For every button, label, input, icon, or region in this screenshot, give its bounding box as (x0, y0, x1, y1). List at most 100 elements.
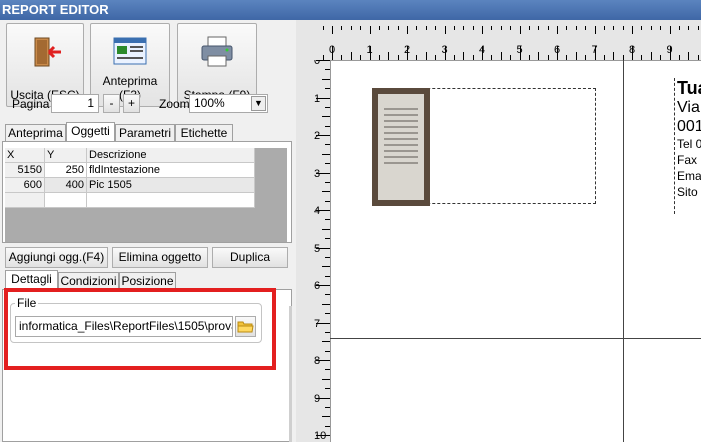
v-ruler-tick (325, 144, 330, 146)
h-ruler-tick (360, 26, 362, 30)
page-margin-line-vertical (623, 60, 624, 442)
h-ruler-tick (369, 46, 371, 60)
h-ruler-tick (697, 26, 699, 30)
h-ruler-tick (650, 26, 652, 30)
page-next-button[interactable]: + (123, 94, 140, 113)
v-ruler-tick (325, 163, 330, 165)
table-row-empty[interactable] (5, 193, 255, 208)
h-ruler-tick (463, 52, 465, 60)
h-ruler-tick (678, 26, 680, 30)
col-y-header[interactable]: Y (45, 148, 87, 163)
h-ruler-tick (435, 55, 437, 60)
h-ruler-tick (341, 26, 343, 30)
table-row[interactable]: 600 400 Pic 1505 (5, 178, 255, 193)
h-ruler-tick (397, 55, 399, 60)
v-ruler-tick (325, 313, 330, 315)
objects-table[interactable]: X Y Descrizione 5150 250 fldIntestazione… (5, 148, 287, 242)
v-ruler-number: 3 (314, 167, 321, 180)
h-ruler-tick (510, 26, 512, 30)
v-ruler-tick (322, 78, 330, 80)
v-ruler-tick (316, 322, 330, 324)
v-ruler-tick (322, 303, 330, 305)
h-ruler-tick (482, 26, 483, 34)
h-ruler-tick (472, 55, 474, 60)
h-ruler-tick (369, 26, 371, 34)
h-ruler-tick (472, 26, 474, 30)
page-prev-button[interactable]: - (103, 94, 120, 113)
h-ruler-tick (425, 52, 427, 60)
h-ruler-tick (585, 26, 587, 30)
h-ruler-tick (660, 26, 662, 30)
zoom-label: Zoom (159, 97, 190, 111)
cell-y: 400 (45, 178, 87, 193)
h-ruler-tick (697, 55, 699, 60)
cell-descrizione: fldIntestazione (87, 163, 255, 178)
receipt-image[interactable] (372, 88, 430, 206)
h-ruler-tick (622, 26, 624, 30)
duplicate-button[interactable]: Duplica (212, 247, 288, 268)
cell-x: 600 (5, 178, 45, 193)
h-ruler-tick (547, 55, 549, 60)
v-ruler-tick (316, 135, 330, 136)
v-ruler-tick (322, 153, 330, 155)
h-ruler-tick (575, 26, 577, 30)
tab-dettagli[interactable]: Dettagli (5, 270, 58, 290)
address-line: Via (677, 99, 700, 116)
v-ruler-tick (325, 406, 330, 408)
h-ruler-tick (547, 26, 549, 30)
v-ruler-tick (325, 200, 330, 202)
site-line: Sito (677, 185, 698, 199)
h-ruler-tick (332, 46, 333, 60)
v-ruler-tick (316, 397, 330, 399)
h-ruler-tick (575, 52, 577, 60)
h-ruler-tick (603, 55, 605, 60)
v-ruler-tick (316, 247, 330, 249)
h-ruler-tick (407, 46, 408, 60)
h-ruler-tick (528, 55, 530, 60)
h-ruler-tick (322, 26, 324, 30)
h-ruler-tick (585, 55, 587, 60)
zoom-select[interactable]: 100% ▼ (189, 94, 268, 113)
highlight-box (4, 288, 276, 370)
tab-parametri[interactable]: Parametri (115, 124, 175, 142)
chevron-down-icon[interactable]: ▼ (251, 96, 266, 111)
v-ruler-tick (316, 97, 330, 99)
v-ruler-tick (316, 435, 330, 436)
add-object-button[interactable]: Aggiungi ogg.(F4) (5, 247, 108, 268)
h-ruler-tick (341, 55, 343, 60)
details-scrollbar[interactable] (289, 306, 292, 442)
v-ruler-tick (316, 285, 330, 286)
table-row[interactable]: 5150 250 fldIntestazione (5, 163, 255, 178)
page-margin-line-horizontal (330, 338, 701, 339)
v-ruler-number: 10 (314, 430, 327, 442)
v-ruler-tick (325, 256, 330, 258)
postal-line: 001 (677, 118, 701, 135)
v-ruler-tick (325, 69, 330, 71)
h-ruler-tick (650, 52, 652, 60)
tab-etichette[interactable]: Etichette (175, 124, 233, 142)
v-ruler-number: 9 (314, 392, 321, 405)
delete-object-button[interactable]: Elimina oggetto (112, 247, 208, 268)
page-number-input[interactable]: 1 (51, 94, 99, 113)
v-ruler-tick (325, 181, 330, 183)
vertical-ruler: 0 1 2 3 4 5 6 7 8 9 10 (296, 60, 331, 442)
h-ruler-tick (641, 26, 643, 30)
h-ruler-tick (660, 55, 662, 60)
h-ruler-tick (378, 55, 380, 60)
v-ruler-tick (322, 266, 330, 268)
h-ruler-tick (538, 52, 540, 60)
h-ruler-tick (557, 26, 558, 34)
col-descrizione-header[interactable]: Descrizione (87, 148, 255, 163)
v-ruler-tick (322, 116, 330, 118)
h-ruler-tick (388, 26, 390, 30)
tab-anteprima[interactable]: Anteprima (5, 124, 66, 142)
h-ruler-tick (613, 52, 615, 60)
report-canvas[interactable]: 0123456789 012345678910 Tua Via 001 Tel … (296, 20, 701, 442)
v-ruler-tick (325, 331, 330, 333)
col-x-header[interactable]: X (5, 148, 45, 163)
text-object-frame[interactable]: Tua Via 001 Tel 0 Fax Ema Sito (674, 78, 701, 214)
preview-window-icon (113, 37, 147, 65)
v-ruler-tick (322, 341, 330, 343)
tab-oggetti[interactable]: Oggetti (66, 122, 115, 142)
v-ruler-tick (316, 172, 330, 174)
